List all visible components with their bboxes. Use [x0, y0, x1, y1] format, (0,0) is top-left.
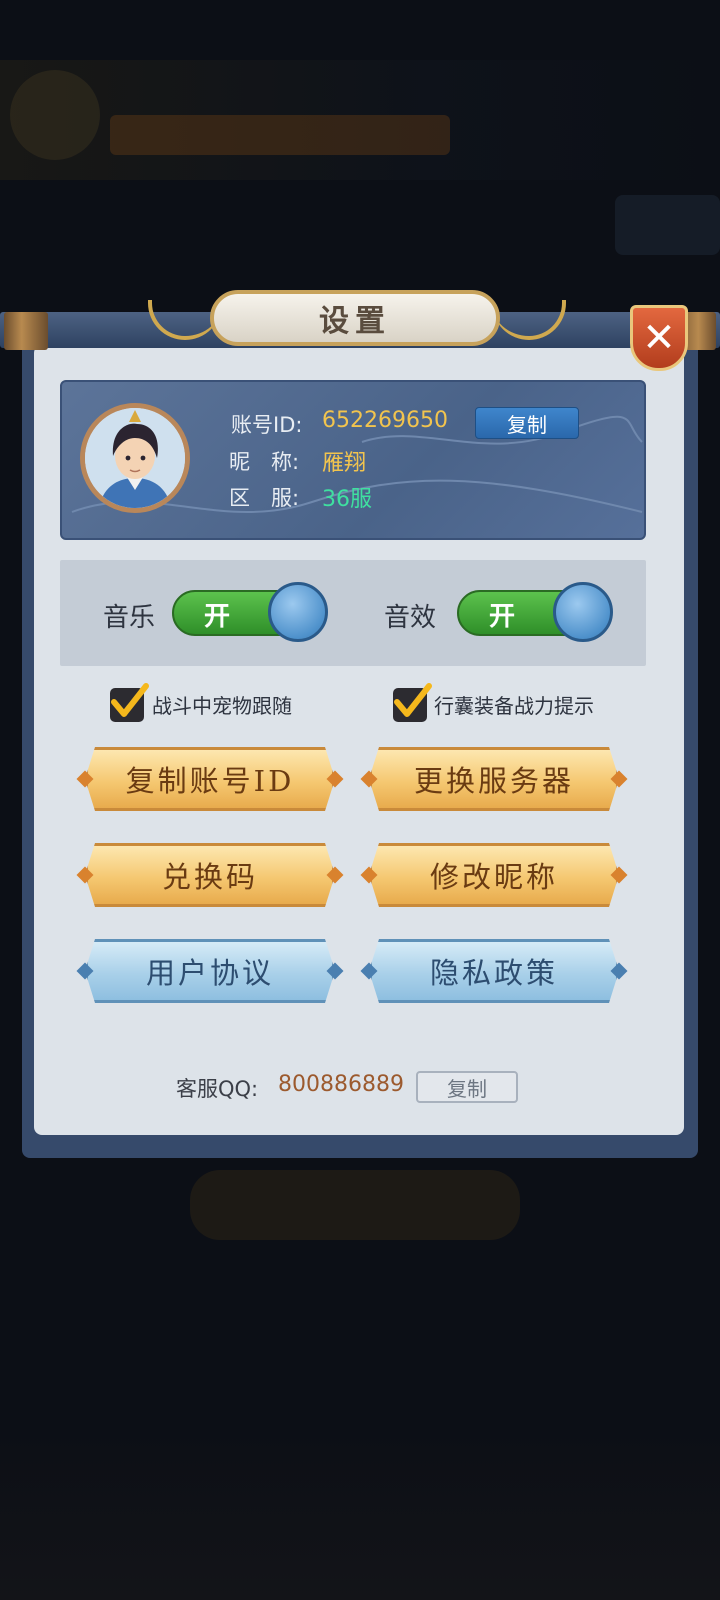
copy-account-id-button[interactable]: 复制 — [475, 407, 579, 439]
pet-follow-label: 战斗中宠物跟随 — [152, 694, 292, 718]
pet-follow-checkbox[interactable] — [110, 683, 149, 722]
music-label: 音乐 — [103, 603, 156, 633]
dialog-title: 设置 — [319, 304, 391, 339]
scroll-rod-left — [4, 312, 48, 350]
edit-nickname-button[interactable]: 修改昵称 — [369, 843, 619, 907]
sfx-toggle-state: 开 — [489, 602, 516, 632]
account-id-value: 652269650 — [322, 408, 448, 433]
customer-service-qq-value: 800886889 — [278, 1072, 404, 1097]
sfx-toggle[interactable]: 开 — [457, 582, 613, 642]
background-avatar — [10, 70, 100, 160]
player-avatar — [80, 403, 190, 513]
privacy-policy-button[interactable]: 隐私政策 — [369, 939, 619, 1003]
background-mid-button — [190, 1170, 520, 1240]
server-label: 区 服: — [229, 486, 300, 510]
checkmark-icon — [394, 683, 432, 717]
music-toggle-state: 开 — [204, 602, 231, 632]
sfx-label: 音效 — [384, 603, 437, 633]
background-side-button — [615, 195, 720, 255]
nickname-value: 雁翔 — [322, 451, 367, 476]
music-toggle-knob — [268, 582, 328, 642]
user-agreement-button[interactable]: 用户协议 — [85, 939, 335, 1003]
checkmark-icon — [111, 683, 149, 717]
account-id-label: 账号ID: — [231, 413, 303, 437]
change-server-button[interactable]: 更换服务器 — [369, 747, 619, 811]
nickname-label: 昵 称: — [229, 450, 300, 474]
sfx-toggle-knob — [553, 582, 613, 642]
background-banner — [110, 115, 450, 155]
equip-power-label: 行囊装备战力提示 — [434, 694, 594, 718]
music-toggle[interactable]: 开 — [172, 582, 328, 642]
redeem-code-button[interactable]: 兑换码 — [85, 843, 335, 907]
close-button[interactable]: ✕ — [630, 305, 688, 371]
customer-service-qq-label: 客服QQ: — [176, 1077, 259, 1101]
equip-power-checkbox[interactable] — [393, 683, 432, 722]
copy-qq-button[interactable]: 复制 — [416, 1071, 518, 1103]
dialog-title-plate: 设置 — [210, 290, 500, 346]
background-bottom-characters — [0, 1430, 720, 1600]
close-icon: ✕ — [642, 315, 676, 361]
server-value: 36服 — [322, 487, 372, 512]
copy-account-id-action-button[interactable]: 复制账号ID — [85, 747, 335, 811]
